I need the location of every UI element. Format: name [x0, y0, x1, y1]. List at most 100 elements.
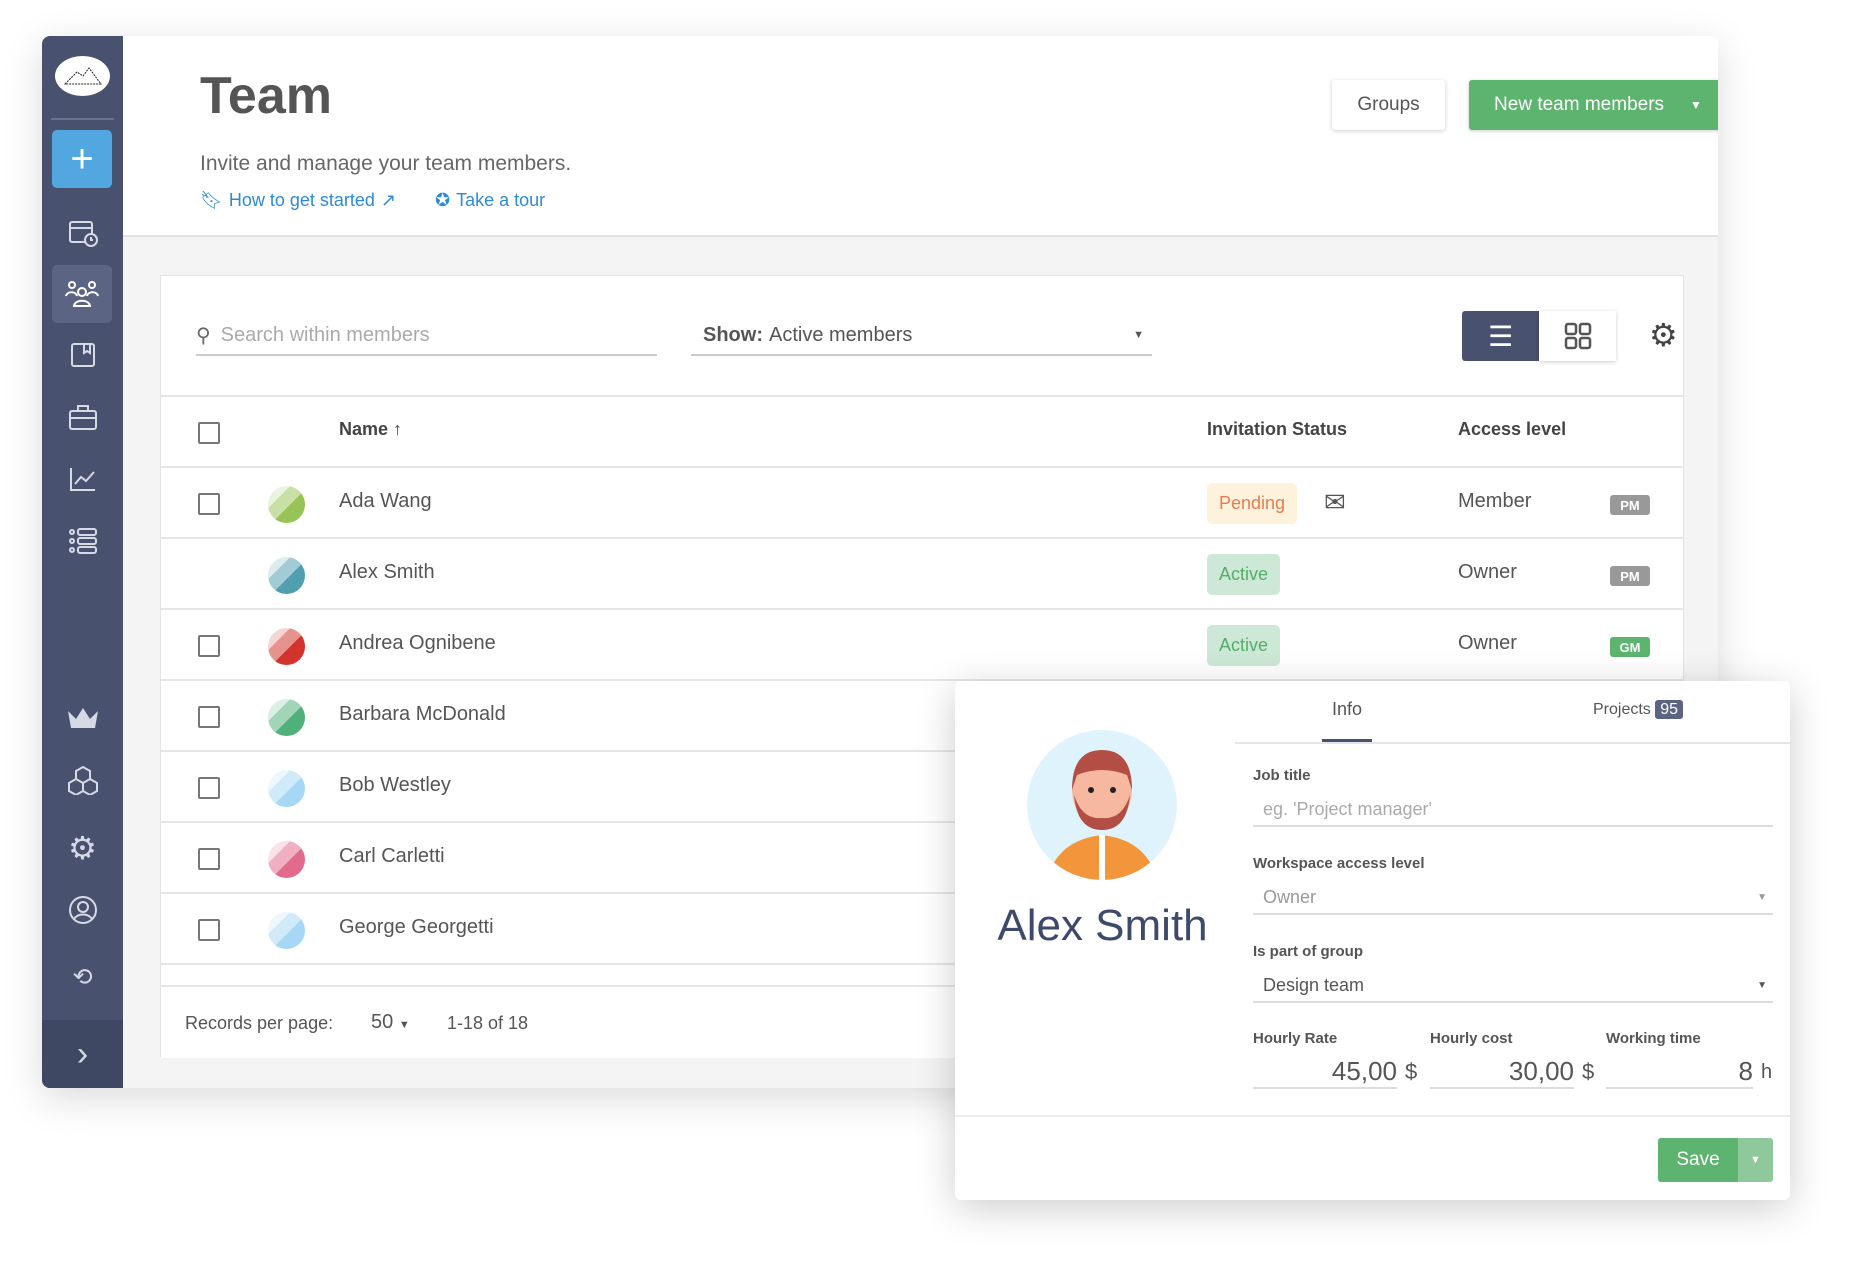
take-a-tour-link[interactable]: ✪ Take a tour	[435, 190, 545, 211]
tab-info[interactable]: Info	[1322, 699, 1372, 742]
history-icon[interactable]: ⟲	[57, 952, 108, 1003]
status-badge: Active	[1207, 625, 1281, 666]
row-checkbox[interactable]	[198, 635, 220, 657]
records-per-page-label: Records per page:	[185, 1013, 334, 1033]
reports-icon[interactable]	[57, 453, 108, 504]
calendar-icon[interactable]	[57, 206, 108, 257]
integrations-icon[interactable]	[57, 754, 108, 805]
role-badge: PM	[1610, 566, 1650, 586]
cost-unit: $	[1582, 1059, 1595, 1084]
group-select[interactable]: Design team ▼	[1253, 969, 1773, 1003]
save-button[interactable]: Save	[1658, 1138, 1738, 1182]
member-name[interactable]: George Georgetti	[339, 916, 494, 939]
sidebar: + ⚙ ⟲ ›	[42, 36, 123, 1088]
projects-count-badge: 95	[1655, 700, 1684, 719]
search-placeholder: Search within members	[220, 323, 430, 346]
invitation-status-column-header: Invitation Status	[1207, 419, 1348, 439]
table-row[interactable]: Andrea Ognibene Active Owner GM	[161, 608, 1683, 679]
avatar	[268, 699, 305, 736]
member-name[interactable]: Alex Smith	[339, 561, 435, 584]
link-label: Take a tour	[456, 190, 546, 210]
select-all-checkbox[interactable]	[198, 422, 220, 444]
team-icon[interactable]	[52, 265, 112, 323]
column-label: Name	[339, 419, 389, 439]
avatar	[268, 912, 305, 949]
link-label: How to get started	[228, 190, 375, 210]
pagination-range: 1-18 of 18	[447, 1013, 529, 1033]
caret-down-icon: ▼	[1757, 979, 1767, 991]
tab-projects[interactable]: Projects 95	[1593, 700, 1684, 719]
member-name[interactable]: Carl Carletti	[339, 845, 445, 868]
role-badge: PM	[1610, 495, 1650, 515]
avatar	[268, 628, 305, 665]
hourly-cost-label: Hourly cost	[1430, 1030, 1513, 1047]
avatar	[268, 486, 305, 523]
tabs-divider	[1235, 742, 1790, 744]
job-title-input[interactable]: eg. 'Project manager'	[1253, 793, 1773, 827]
save-options-dropdown[interactable]: ▼	[1738, 1138, 1773, 1182]
show-filter-select[interactable]: Show: Active members ▼	[691, 316, 1152, 356]
caret-down-icon: ▼	[398, 1019, 410, 1031]
table-row[interactable]: Alex Smith Active Owner PM	[161, 537, 1683, 608]
avatar	[268, 557, 305, 594]
row-checkbox[interactable]	[198, 777, 220, 799]
access-level-column-header: Access level	[1458, 419, 1567, 439]
name-column-header[interactable]: Name ↑	[339, 419, 402, 440]
member-name[interactable]: Andrea Ognibene	[339, 632, 496, 655]
table-settings-gear-icon[interactable]: ⚙	[1649, 316, 1678, 354]
caret-down-icon: ▼	[1690, 98, 1702, 112]
show-label: Show:	[703, 323, 763, 346]
add-button[interactable]: +	[52, 130, 112, 188]
member-avatar	[1027, 730, 1177, 880]
hourly-cost-input[interactable]: 30,00	[1430, 1055, 1574, 1089]
sort-ascending-icon: ↑	[393, 419, 403, 439]
tour-icon: ✪	[435, 190, 451, 210]
expand-sidebar-button[interactable]: ›	[42, 1020, 123, 1088]
book-icon[interactable]	[57, 329, 108, 380]
show-value: Active members	[769, 323, 913, 346]
status-badge: Pending	[1207, 483, 1298, 524]
access-level: Member	[1458, 490, 1532, 512]
access-level: Owner	[1458, 561, 1517, 583]
external-link-icon: ↗	[380, 190, 397, 210]
group-label: Is part of group	[1253, 943, 1363, 960]
briefcase-icon[interactable]	[57, 391, 108, 442]
grid-view-button[interactable]	[1539, 311, 1616, 361]
per-page-select[interactable]: 50 ▼	[371, 1011, 410, 1034]
how-to-get-started-link[interactable]: 🔖︎ How to get started ↗	[200, 190, 396, 211]
avatar	[268, 770, 305, 807]
status-badge: Active	[1207, 554, 1281, 595]
profile-icon[interactable]	[57, 884, 108, 935]
member-name[interactable]: Ada Wang	[339, 490, 432, 513]
caret-down-icon: ▼	[1133, 329, 1144, 341]
list-view-button[interactable]: ☰	[1462, 311, 1539, 361]
select-value: Design team	[1263, 974, 1365, 995]
avatar	[268, 841, 305, 878]
member-detail-panel: Info Projects 95 Alex Smith Job title eg…	[955, 681, 1790, 1200]
table-header-row: Name ↑ Invitation Status Access level	[161, 395, 1683, 466]
row-checkbox[interactable]	[198, 706, 220, 728]
hourly-rate-input[interactable]: 45,00	[1253, 1055, 1397, 1089]
page-header: Team Invite and manage your team members…	[123, 36, 1718, 237]
list-icon[interactable]	[57, 515, 108, 566]
per-page-value: 50	[371, 1011, 394, 1033]
working-time-input[interactable]: 8	[1606, 1055, 1753, 1089]
crown-icon[interactable]	[57, 692, 108, 743]
member-name[interactable]: Barbara McDonald	[339, 703, 506, 726]
search-input[interactable]: ⚲ Search within members	[196, 316, 657, 356]
row-checkbox[interactable]	[198, 919, 220, 941]
resend-invite-mail-icon[interactable]: ✉	[1324, 487, 1346, 518]
workspace-logo[interactable]	[55, 56, 110, 96]
row-checkbox[interactable]	[198, 848, 220, 870]
settings-icon[interactable]: ⚙	[57, 822, 108, 873]
workspace-access-label: Workspace access level	[1253, 855, 1425, 872]
new-team-members-button[interactable]: New team members ▼	[1469, 80, 1718, 130]
row-checkbox[interactable]	[198, 493, 220, 515]
select-value: Owner	[1263, 886, 1317, 907]
button-label: New team members	[1494, 94, 1665, 115]
groups-button[interactable]: Groups	[1332, 80, 1445, 130]
member-name[interactable]: Bob Westley	[339, 774, 451, 797]
table-row[interactable]: Ada Wang Pending ✉ Member PM	[161, 466, 1683, 537]
divider	[51, 118, 114, 120]
workspace-access-select[interactable]: Owner ▼	[1253, 881, 1773, 915]
